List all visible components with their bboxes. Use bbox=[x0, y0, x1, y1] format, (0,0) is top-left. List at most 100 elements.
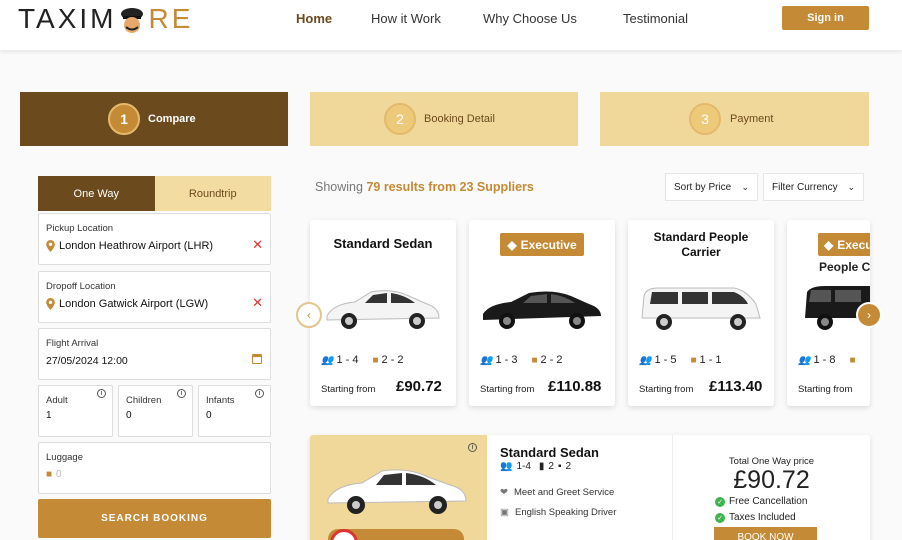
step-booking-detail: 2 Booking Detail bbox=[310, 92, 578, 146]
card-title: Standard Sedan bbox=[333, 236, 433, 251]
currency-filter-select[interactable]: Filter Currency ⌄ bbox=[763, 173, 864, 201]
chevron-down-icon: ⌄ bbox=[741, 181, 749, 192]
book-now-button[interactable]: BOOK NOW bbox=[714, 527, 817, 540]
handshake-icon: ❤ bbox=[500, 487, 508, 498]
nav-home[interactable]: Home bbox=[296, 11, 332, 26]
card-title: People Ca bbox=[819, 260, 870, 274]
flight-value: 27/05/2024 12:00 bbox=[46, 355, 128, 367]
badge-label: Execu bbox=[837, 237, 870, 252]
chat-icon: ▣ bbox=[500, 507, 509, 518]
results-count: 79 results from 23 Suppliers bbox=[366, 180, 534, 194]
clear-pickup-icon[interactable]: ✕ bbox=[252, 237, 263, 253]
results-summary: Showing 79 results from 23 Suppliers bbox=[315, 180, 534, 194]
infants-label: Infants bbox=[206, 395, 235, 406]
passengers-icon: 👥 bbox=[480, 354, 493, 366]
passengers-icon: 👥 bbox=[639, 354, 652, 366]
infants-value: 0 bbox=[206, 410, 212, 421]
diamond-icon: ◆ bbox=[824, 237, 834, 252]
people-carrier-image bbox=[641, 287, 761, 330]
info-icon[interactable]: i bbox=[177, 389, 186, 398]
clear-dropoff-icon[interactable]: ✕ bbox=[252, 295, 263, 311]
driver-cap-icon bbox=[117, 5, 147, 33]
bag-count: 1 - 1 bbox=[699, 354, 722, 366]
nav-why-choose-us[interactable]: Why Choose Us bbox=[483, 11, 577, 26]
signin-button[interactable]: Sign in bbox=[782, 6, 869, 30]
carousel-next-button[interactable]: › bbox=[856, 302, 882, 328]
free-cancellation: Free Cancellation bbox=[729, 496, 808, 507]
vehicle-card[interactable]: Standard Sedan 👥 1 - 4 ■ 2 - 2 Starting fr… bbox=[310, 220, 456, 406]
selected-vehicle-panel: i Standard Sedan 👥 1-4 ▮ 2 ▪ 2 ❤ Meet and Gr… bbox=[310, 435, 870, 540]
luggage-icon: ▪ bbox=[557, 461, 562, 472]
location-pin-icon bbox=[46, 298, 55, 310]
nav-how-it-work[interactable]: How it Work bbox=[371, 11, 441, 26]
filter-label: Filter Currency bbox=[772, 181, 838, 193]
flight-label: Flight Arrival bbox=[46, 338, 99, 349]
info-icon[interactable]: i bbox=[255, 389, 264, 398]
bag-count: 2 bbox=[548, 461, 554, 472]
tab-one-way[interactable]: One Way bbox=[38, 176, 155, 211]
search-booking-button[interactable]: SEARCH BOOKING bbox=[38, 499, 271, 538]
sort-label: Sort by Price bbox=[674, 181, 732, 193]
pickup-field[interactable]: Pickup Location London Heathrow Airport … bbox=[38, 213, 271, 265]
starting-from-label: Starting from bbox=[798, 384, 853, 395]
check-icon: ✓ bbox=[715, 496, 725, 507]
trip-type-tabs: One Way Roundtrip bbox=[38, 176, 271, 211]
chevron-left-icon: ‹ bbox=[307, 308, 311, 322]
executive-car-image bbox=[483, 291, 601, 329]
adult-value: 1 bbox=[46, 410, 52, 421]
starting-from-label: Starting from bbox=[321, 384, 376, 395]
sedan-car-image bbox=[327, 469, 467, 514]
pax-count: 1-4 bbox=[516, 461, 531, 472]
chevron-right-icon: › bbox=[867, 308, 871, 322]
bag-count: 2 - 2 bbox=[381, 354, 404, 366]
adult-field[interactable]: Adult 1 i bbox=[38, 385, 113, 437]
card-price: £90.72 bbox=[396, 378, 442, 395]
starting-from-label: Starting from bbox=[639, 384, 694, 395]
dropoff-label: Dropoff Location bbox=[46, 281, 116, 292]
luggage-field[interactable]: Luggage ■ 0 bbox=[38, 442, 271, 494]
vehicle-card[interactable]: ◆ Executive 👥 1 - 3 ■ 2 - 2 Starting from £… bbox=[469, 220, 615, 406]
diamond-icon: ◆ bbox=[507, 237, 517, 252]
passengers-icon: 👥 bbox=[321, 354, 334, 366]
children-field[interactable]: Children 0 i bbox=[118, 385, 193, 437]
step-number: 1 bbox=[108, 103, 140, 135]
card-price: £113.40 bbox=[709, 378, 763, 395]
nav-testimonial[interactable]: Testimonial bbox=[623, 11, 688, 26]
children-label: Children bbox=[126, 395, 162, 406]
luggage-icon: ■ bbox=[531, 354, 538, 366]
luggage-count: 2 bbox=[565, 461, 572, 472]
calendar-icon[interactable] bbox=[252, 354, 262, 364]
carousel-prev-button[interactable]: ‹ bbox=[296, 302, 322, 328]
vehicle-card[interactable]: Standard People Carrier 👥 1 - 5 ■ 1 - 1 St… bbox=[628, 220, 774, 406]
check-icon: ✓ bbox=[715, 512, 725, 523]
total-price: £90.72 bbox=[733, 466, 810, 494]
logo-text-2: RE bbox=[148, 3, 194, 34]
results-prefix: Showing bbox=[315, 180, 363, 194]
pax-count: 1 - 5 bbox=[654, 354, 677, 366]
detail-title: Standard Sedan bbox=[500, 445, 599, 460]
tab-roundtrip[interactable]: Roundtrip bbox=[154, 176, 271, 211]
phone-icon: ▮ bbox=[538, 461, 545, 472]
flight-arrival-field[interactable]: Flight Arrival 27/05/2024 12:00 bbox=[38, 328, 271, 380]
taxes-included: Taxes Included bbox=[729, 512, 796, 523]
info-icon[interactable]: i bbox=[97, 389, 106, 398]
luggage-value: 0 bbox=[56, 469, 62, 480]
luggage-icon: ■ bbox=[849, 354, 856, 366]
badge-label: Executive bbox=[520, 237, 577, 252]
step-compare: 1 Compare bbox=[20, 92, 288, 146]
luggage-icon: ■ bbox=[372, 354, 379, 366]
passengers-icon: 👥 bbox=[500, 461, 513, 472]
card-price: £110.88 bbox=[548, 378, 602, 395]
logo[interactable]: TAXIM RE bbox=[18, 2, 193, 36]
passengers-icon: 👥 bbox=[798, 354, 811, 366]
sort-select[interactable]: Sort by Price ⌄ bbox=[665, 173, 758, 201]
dropoff-value: London Gatwick Airport (LGW) bbox=[59, 298, 209, 310]
bag-count: 2 - 2 bbox=[540, 354, 563, 366]
info-icon[interactable]: i bbox=[468, 443, 477, 452]
dropoff-field[interactable]: Dropoff Location London Gatwick Airport … bbox=[38, 271, 271, 323]
step-number: 2 bbox=[384, 103, 416, 135]
infants-field[interactable]: Infants 0 i bbox=[198, 385, 271, 437]
step-payment: 3 Payment bbox=[600, 92, 869, 146]
step-label: Payment bbox=[730, 113, 774, 125]
card-title: Standard People Carrier bbox=[653, 230, 749, 259]
